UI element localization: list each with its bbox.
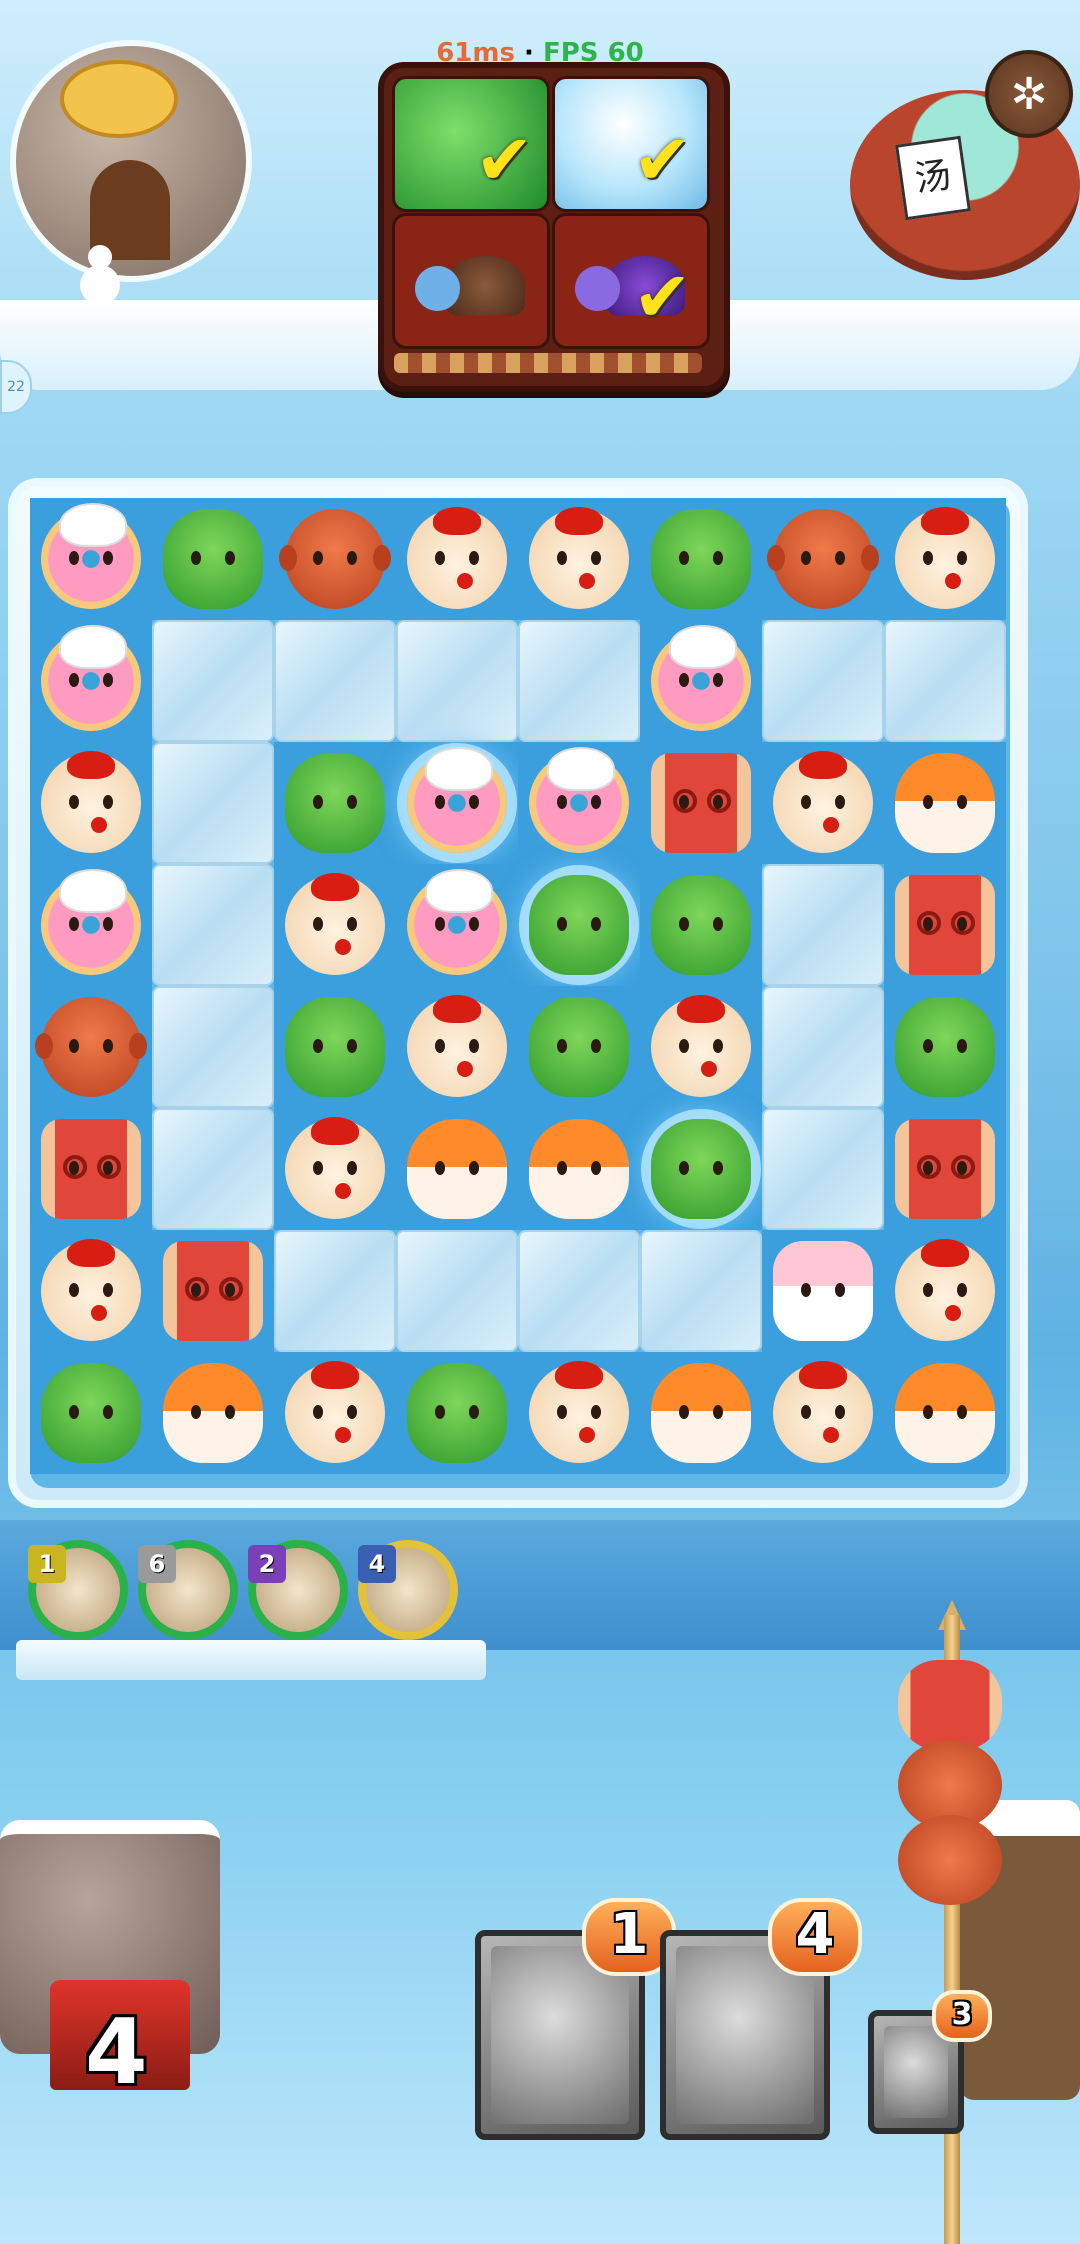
meat-piece[interactable]: [767, 509, 879, 609]
goal-panel-trim: [394, 353, 702, 373]
donut-piece[interactable]: [41, 503, 141, 609]
ice-tile: [152, 742, 274, 864]
soup-sign: 汤: [895, 135, 971, 221]
bun-piece[interactable]: [529, 1361, 629, 1463]
ice-tile: [762, 986, 884, 1108]
roll-piece[interactable]: [163, 1241, 263, 1341]
card-art: [884, 2026, 948, 2118]
card-cost-badge: 4: [768, 1898, 862, 1976]
hero-level-badge: 2: [248, 1545, 286, 1583]
roll-piece[interactable]: [41, 1119, 141, 1219]
salmon-piece[interactable]: [651, 1363, 751, 1463]
ice-tile: [762, 864, 884, 986]
ice-tile: [152, 1108, 274, 1230]
marsh-piece[interactable]: [773, 1241, 873, 1341]
ice-tile: [762, 620, 884, 742]
broc-piece[interactable]: [163, 509, 263, 609]
bun-piece[interactable]: [285, 873, 385, 975]
ice-tile: [396, 1230, 518, 1352]
roll-piece[interactable]: [651, 753, 751, 853]
paw-sign-icon: [60, 60, 178, 138]
meat-piece[interactable]: [35, 997, 147, 1097]
bun-piece[interactable]: [285, 1117, 385, 1219]
roll-piece[interactable]: [895, 1119, 995, 1219]
ice-tile: [518, 620, 640, 742]
ice-tile: [640, 1230, 762, 1352]
skewer-meatball-piece: [898, 1815, 1002, 1905]
donut-piece[interactable]: [651, 625, 751, 731]
brown-turtle-icon: [415, 246, 525, 331]
broc-piece-frozen[interactable]: [529, 875, 629, 975]
meat-piece[interactable]: [279, 509, 391, 609]
donut-piece[interactable]: [529, 747, 629, 853]
broc-piece[interactable]: [895, 997, 995, 1097]
ice-tile: [396, 620, 518, 742]
bun-piece[interactable]: [773, 751, 873, 853]
bun-piece[interactable]: [285, 1361, 385, 1463]
ice-tile: [884, 620, 1006, 742]
hero-shelf: [16, 1640, 486, 1680]
broc-piece[interactable]: [651, 509, 751, 609]
check-icon: ✔: [475, 119, 534, 201]
ice-tile: [274, 620, 396, 742]
hero-level-badge: 4: [358, 1545, 396, 1583]
broc-piece[interactable]: [529, 997, 629, 1097]
goal-ice-cube: ✔: [552, 76, 710, 212]
hero-level-badge: 6: [138, 1545, 176, 1583]
broc-piece[interactable]: [41, 1363, 141, 1463]
bun-piece[interactable]: [529, 507, 629, 609]
ice-tile: [762, 1108, 884, 1230]
check-icon: ✔: [633, 119, 692, 201]
game-board: [8, 478, 1028, 1508]
board-grid[interactable]: [30, 498, 1010, 1488]
broc-piece[interactable]: [285, 753, 385, 853]
skewer-roll-piece: [898, 1660, 1002, 1750]
broc-piece-frozen[interactable]: [651, 1119, 751, 1219]
roll-piece[interactable]: [895, 875, 995, 975]
bun-piece[interactable]: [407, 507, 507, 609]
ice-tile: [152, 620, 274, 742]
ice-tile: [152, 864, 274, 986]
donut-piece[interactable]: [407, 869, 507, 975]
hero-level-badge: 1: [28, 1545, 66, 1583]
settings-icon: ✲: [1010, 68, 1048, 120]
salmon-piece[interactable]: [163, 1363, 263, 1463]
broc-piece[interactable]: [407, 1363, 507, 1463]
bun-piece[interactable]: [895, 507, 995, 609]
ice-tile: [274, 1230, 396, 1352]
salmon-piece[interactable]: [895, 1363, 995, 1463]
level-goals-panel[interactable]: ✔ ✔ 1 ✔: [378, 62, 730, 392]
goal-purple-turtle: ✔: [552, 213, 710, 349]
salmon-piece[interactable]: [529, 1119, 629, 1219]
bun-piece[interactable]: [773, 1361, 873, 1463]
donut-piece-frozen[interactable]: [407, 747, 507, 853]
bun-piece[interactable]: [651, 995, 751, 1097]
booster-count: 4: [85, 2000, 148, 2105]
salmon-piece[interactable]: [407, 1119, 507, 1219]
bun-piece[interactable]: [41, 1239, 141, 1341]
check-icon: ✔: [633, 256, 692, 338]
donut-piece[interactable]: [41, 625, 141, 731]
broc-piece[interactable]: [651, 875, 751, 975]
goal-brown-turtle: 1: [392, 213, 550, 349]
bun-piece[interactable]: [407, 995, 507, 1097]
donut-piece[interactable]: [41, 869, 141, 975]
card-cost-badge: 3: [932, 1990, 992, 2042]
ice-tile: [518, 1230, 640, 1352]
broc-piece[interactable]: [285, 997, 385, 1097]
bun-piece[interactable]: [895, 1239, 995, 1341]
ice-tile: [152, 986, 274, 1108]
bun-piece[interactable]: [41, 751, 141, 853]
snowman-icon: [80, 245, 120, 305]
salmon-piece[interactable]: [895, 753, 995, 853]
goal-leaf: ✔: [392, 76, 550, 212]
